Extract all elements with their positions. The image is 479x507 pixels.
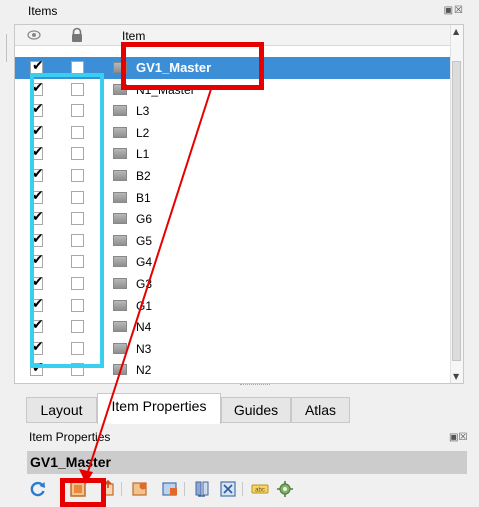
refresh-icon[interactable] [29,480,47,498]
selected-item-name: GV1_Master [30,454,111,470]
eye-icon[interactable] [27,29,41,41]
tab-guides[interactable]: Guides [221,397,291,423]
map-item-icon [113,342,127,354]
items-dock-header: Items ▣☒ [14,0,464,22]
map-item-icon [113,148,127,160]
items-dock-title: Items [28,4,58,18]
scroll-up-arrow-icon[interactable]: ▲ [453,27,459,36]
items-dock-float-close-buttons[interactable]: ▣☒ [444,5,464,16]
lock-icon[interactable] [70,27,84,43]
label-icon-text: abc [255,488,265,494]
item-properties-title: Item Properties [29,430,111,444]
item-name-label: L2 [136,125,150,140]
map-item-icon [113,278,127,289]
panel-tabs: Layout Item Properties Guides Atlas [26,393,466,424]
item-column-header[interactable]: Item [122,29,145,43]
map-item-icon [113,170,127,181]
item-name-label: L1 [136,147,150,162]
panel-splitter-handle[interactable] [240,384,270,388]
annotation-red-box-toolbar [60,478,106,507]
map-item-icon [113,364,127,376]
properties-float-close-buttons[interactable]: ▣☒ [449,432,467,443]
map-item-icon [113,105,127,117]
selected-item-name-bar: GV1_Master [27,451,467,474]
item-name-label: G4 [136,255,153,270]
item-name-label: L3 [136,104,150,119]
item-name-label: B1 [136,190,151,205]
settings-gear-icon[interactable] [276,480,294,498]
map-item-icon [113,256,127,268]
scrollbar-thumb[interactable] [452,61,461,361]
item-name-label: G1 [136,298,153,313]
annotation-red-box-item [121,42,264,90]
toolbar-separator [121,482,122,496]
toolbar-separator [184,482,185,496]
map-item-icon [113,126,127,138]
item-name-label: N3 [136,341,152,356]
table-icon[interactable] [194,480,212,498]
tab-layout[interactable]: Layout [26,397,97,423]
map-item-icon [113,191,127,203]
panel-edge-divider [6,34,7,62]
scroll-down-arrow-icon[interactable]: ▼ [453,372,459,381]
item-name-label: G3 [136,277,153,291]
map-item-icon [113,213,127,225]
map-item-icon [113,299,127,311]
item-name-label: B2 [136,169,151,183]
item-name-label: N4 [136,320,152,335]
tab-item-properties[interactable]: Item Properties [97,393,221,424]
label-icon[interactable]: abc [251,480,269,498]
map-item-icon [113,234,127,246]
tree-scrollbar[interactable]: ▲ ▼ [450,25,463,383]
item-name-label: G5 [136,233,153,248]
annotation-cyan-box [30,73,104,368]
zoom-to-item-icon[interactable] [219,480,237,498]
map-item-icon [113,321,127,333]
item-name-label: G6 [136,212,153,227]
tab-atlas[interactable]: Atlas [291,397,350,423]
add-item-icon[interactable] [131,480,149,498]
item-name-label: N2 [136,363,152,378]
checkmark-icon: ✔ [32,58,44,74]
update-item-icon[interactable] [161,480,179,498]
toolbar-separator [242,482,243,496]
